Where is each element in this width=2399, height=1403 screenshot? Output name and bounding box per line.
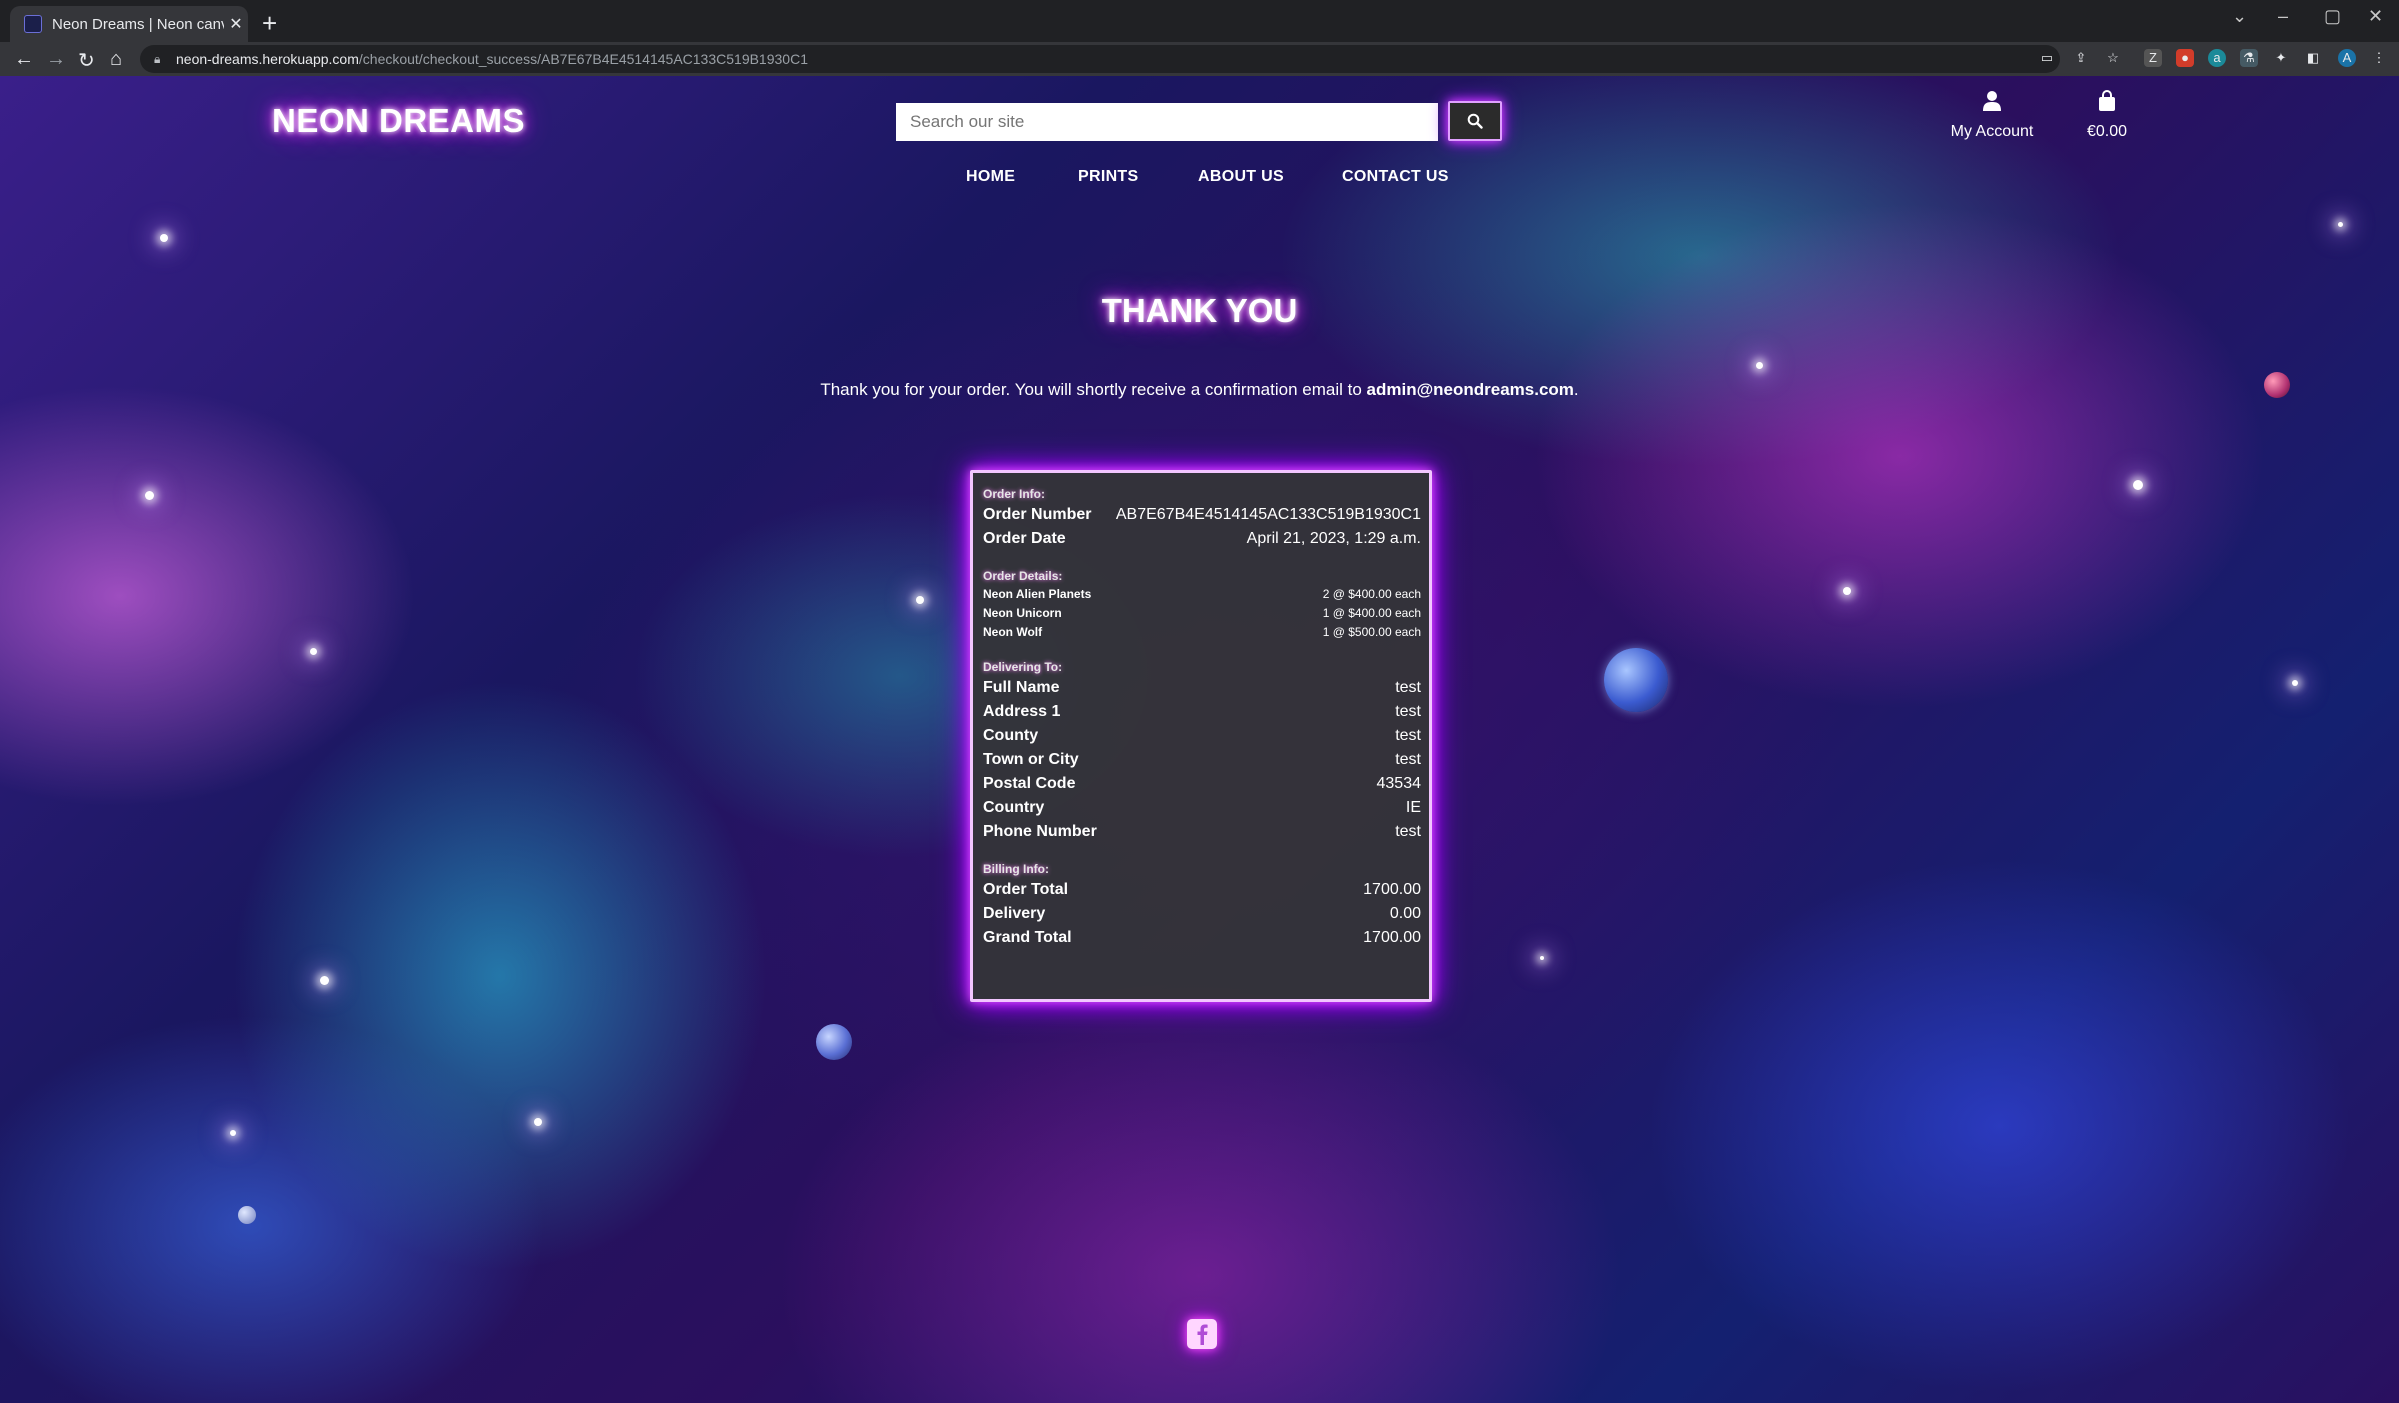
tab-title: Neon Dreams | Neon canvas prin bbox=[52, 15, 224, 33]
delivery-row: County test bbox=[983, 727, 1421, 744]
star-decoration bbox=[1843, 587, 1851, 595]
site-logo[interactable]: NEON DREAMS bbox=[272, 102, 525, 140]
star-decoration bbox=[534, 1118, 542, 1126]
extension-red-icon[interactable]: ● bbox=[2176, 49, 2194, 67]
tab-search-icon[interactable]: ⌄ bbox=[2232, 6, 2247, 27]
share-icon[interactable]: ⇪ bbox=[2072, 49, 2090, 67]
order-number-row: Order Number AB7E67B4E4514145AC133C519B1… bbox=[983, 503, 1421, 527]
user-icon bbox=[1983, 91, 2001, 111]
nav-prints[interactable]: PRINTS bbox=[1078, 168, 1138, 186]
billing-row: Order Total 1700.00 bbox=[983, 881, 1421, 898]
window-close-icon[interactable]: ✕ bbox=[2368, 6, 2383, 27]
search-input[interactable] bbox=[896, 103, 1438, 141]
reload-icon[interactable]: ↻ bbox=[78, 48, 95, 73]
browser-tab[interactable]: Neon Dreams | Neon canvas prin ✕ bbox=[10, 6, 248, 42]
star-decoration bbox=[1540, 956, 1544, 960]
order-date-row: Order Date April 21, 2023, 1:29 a.m. bbox=[983, 527, 1421, 551]
delivery-row: Country IE bbox=[983, 799, 1421, 816]
tab-close-icon[interactable]: ✕ bbox=[224, 14, 248, 34]
minimize-icon[interactable]: – bbox=[2278, 6, 2288, 27]
star-decoration bbox=[230, 1130, 236, 1136]
address-bar[interactable]: 🔒︎ neon-dreams.herokuapp.com/checkout/ch… bbox=[140, 45, 2060, 73]
order-item-row: Neon Wolf 1 @ $500.00 each bbox=[983, 625, 1421, 639]
browser-toolbar: ← → ↻ ⌂ 🔒︎ neon-dreams.herokuapp.com/che… bbox=[0, 42, 2399, 76]
browser-tab-bar: Neon Dreams | Neon canvas prin ✕ + ⌄ – ▢… bbox=[0, 0, 2399, 42]
star-decoration bbox=[2292, 680, 2298, 686]
url-text: neon-dreams.herokuapp.com/checkout/check… bbox=[176, 51, 808, 67]
planet-decoration bbox=[816, 1024, 852, 1060]
extension-lab-icon[interactable]: ⚗ bbox=[2240, 49, 2258, 67]
order-item-row: Neon Alien Planets 2 @ $400.00 each bbox=[983, 587, 1421, 601]
bookmark-star-icon[interactable]: ☆ bbox=[2104, 49, 2122, 67]
extension-z-icon[interactable]: Z bbox=[2144, 49, 2162, 67]
order-details-heading: Order Details: bbox=[983, 569, 1063, 583]
new-tab-button[interactable]: + bbox=[262, 8, 277, 39]
delivery-row: Full Name test bbox=[983, 679, 1421, 696]
star-decoration bbox=[2133, 480, 2143, 490]
lock-icon: 🔒︎ bbox=[154, 52, 161, 66]
bag-total: €0.00 bbox=[2086, 123, 2128, 140]
star-decoration bbox=[1756, 362, 1763, 369]
search-icon bbox=[1467, 113, 1483, 129]
order-info-heading: Order Info: bbox=[983, 487, 1045, 501]
extensions-puzzle-icon[interactable]: ✦ bbox=[2272, 49, 2290, 67]
star-decoration bbox=[145, 491, 154, 500]
order-item-row: Neon Unicorn 1 @ $400.00 each bbox=[983, 606, 1421, 620]
billing-row: Delivery 0.00 bbox=[983, 905, 1421, 922]
shopping-bag-icon bbox=[2099, 90, 2115, 111]
home-icon[interactable]: ⌂ bbox=[110, 48, 122, 71]
delivery-row: Town or City test bbox=[983, 751, 1421, 768]
delivery-row: Postal Code 43534 bbox=[983, 775, 1421, 792]
browser-menu-icon[interactable]: ⋮ bbox=[2370, 49, 2388, 67]
thank-you-message: Thank you for your order. You will short… bbox=[820, 380, 1579, 399]
search-button[interactable] bbox=[1448, 101, 1502, 141]
maximize-icon[interactable]: ▢ bbox=[2324, 6, 2341, 27]
back-icon[interactable]: ← bbox=[14, 48, 34, 71]
star-decoration bbox=[916, 596, 924, 604]
delivery-row: Address 1 test bbox=[983, 703, 1421, 720]
order-summary-card: Order Info: Order Number AB7E67B4E451414… bbox=[970, 470, 1432, 1002]
facebook-icon bbox=[1197, 1324, 1208, 1345]
billing-row: Grand Total 1700.00 bbox=[983, 929, 1421, 946]
account-label: My Account bbox=[1950, 123, 2034, 140]
star-decoration bbox=[160, 234, 168, 242]
order-date: April 21, 2023, 1:29 a.m. bbox=[1246, 530, 1421, 547]
planet-decoration bbox=[238, 1206, 256, 1224]
star-decoration bbox=[310, 648, 317, 655]
forward-icon[interactable]: → bbox=[46, 48, 66, 71]
install-app-icon[interactable]: ▭ bbox=[2038, 49, 2056, 67]
nav-contact-us[interactable]: CONTACT US bbox=[1342, 168, 1449, 186]
confirmation-email: admin@neondreams.com bbox=[1366, 380, 1574, 399]
page-title: THANK YOU bbox=[1101, 292, 1298, 329]
profile-avatar[interactable]: A bbox=[2338, 49, 2356, 67]
facebook-link[interactable] bbox=[1187, 1319, 1217, 1349]
extension-a-icon[interactable]: a bbox=[2208, 49, 2226, 67]
delivery-row: Phone Number test bbox=[983, 823, 1421, 840]
billing-info-heading: Billing Info: bbox=[983, 862, 1049, 876]
star-decoration bbox=[2338, 222, 2343, 227]
star-decoration bbox=[320, 976, 329, 985]
page-background: NEON DREAMS My Account €0.00 HOME PRINTS… bbox=[0, 76, 2399, 1403]
order-number: AB7E67B4E4514145AC133C519B1930C1 bbox=[1115, 506, 1421, 523]
side-panel-icon[interactable]: ◧ bbox=[2304, 49, 2322, 67]
nav-home[interactable]: HOME bbox=[966, 168, 1015, 186]
delivering-to-heading: Delivering To: bbox=[983, 660, 1063, 674]
site-favicon-icon bbox=[24, 15, 42, 33]
my-account-link[interactable]: My Account bbox=[1930, 90, 2054, 141]
planet-decoration bbox=[1604, 648, 1668, 712]
shopping-bag-link[interactable]: €0.00 bbox=[2080, 90, 2134, 141]
nav-about-us[interactable]: ABOUT US bbox=[1198, 168, 1284, 186]
